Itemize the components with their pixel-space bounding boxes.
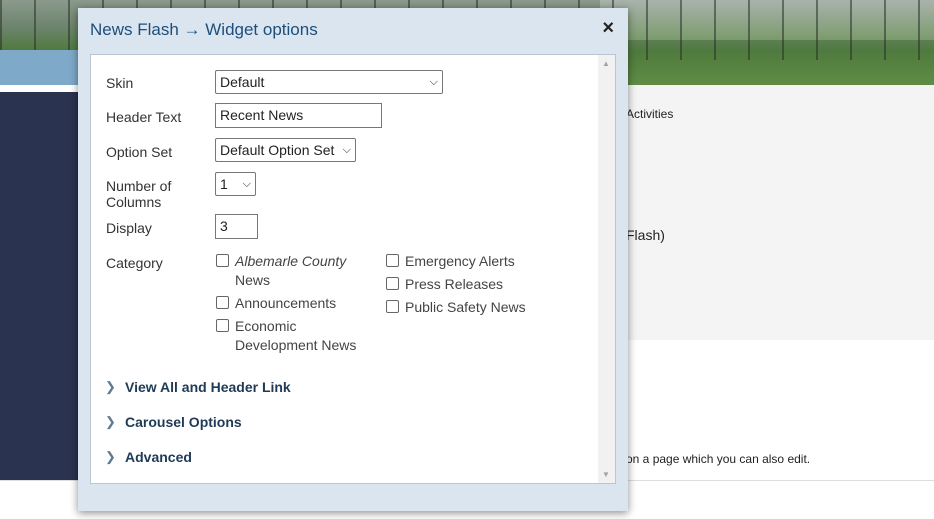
chevron-down-icon: ⌵ — [242, 178, 251, 190]
hero-water — [0, 50, 80, 85]
section-carousel-options[interactable]: ❯ Carousel Options — [105, 414, 242, 430]
option-set-select-value: Default Option Set — [220, 142, 335, 158]
page-text-activities: Activities — [626, 107, 674, 121]
category-albemarle-county-news[interactable]: Albemarle County News — [216, 252, 375, 290]
category-label-subtext: Development News — [235, 337, 357, 353]
page-panel — [628, 85, 934, 340]
columns-label: Number of Columns — [106, 178, 172, 210]
checkbox[interactable] — [386, 254, 399, 267]
columns-select-value: 1 — [220, 176, 228, 192]
page-sidebar — [0, 92, 80, 482]
page-text-flash: Flash) — [626, 227, 665, 243]
skin-select[interactable]: Default ⌵ — [215, 70, 443, 94]
display-input[interactable]: 3 — [215, 214, 258, 239]
category-public-safety-news[interactable]: Public Safety News — [386, 298, 545, 317]
chevron-down-icon: ⌵ — [429, 76, 438, 88]
checkbox[interactable] — [216, 319, 229, 332]
skin-select-value: Default — [220, 74, 265, 90]
category-label-text: Public Safety News — [405, 299, 526, 315]
category-announcements[interactable]: Announcements — [216, 294, 375, 313]
vertical-scrollbar[interactable]: ▲ ▼ — [598, 55, 615, 483]
checkbox[interactable] — [386, 277, 399, 290]
header-text-input[interactable]: Recent News — [215, 103, 382, 128]
chevron-right-icon: ❯ — [105, 449, 116, 464]
chevron-right-icon: ❯ — [105, 414, 116, 429]
category-label-text: Announcements — [235, 295, 337, 311]
category-economic-development-news[interactable]: Economic Development News — [216, 317, 375, 355]
category-emergency-alerts[interactable]: Emergency Alerts — [386, 252, 545, 271]
section-advanced[interactable]: ❯ Advanced — [105, 449, 192, 465]
section-label: Carousel Options — [125, 414, 242, 430]
widget-options-dialog: News Flash → Widget options × Skin Defau… — [78, 8, 628, 511]
chevron-right-icon: ❯ — [105, 379, 116, 394]
checkbox[interactable] — [216, 254, 229, 267]
option-set-select[interactable]: Default Option Set ⌵ — [215, 138, 356, 162]
scroll-up-icon[interactable]: ▲ — [602, 59, 610, 68]
option-set-label: Option Set — [106, 144, 173, 160]
columns-select[interactable]: 1 ⌵ — [215, 172, 256, 196]
category-label-subtext: News — [235, 272, 271, 288]
category-press-releases[interactable]: Press Releases — [386, 275, 545, 294]
category-label-text: Emergency Alerts — [405, 253, 515, 269]
header-text-label: Header Text — [106, 109, 182, 125]
category-label: Category — [106, 255, 163, 271]
section-label: Advanced — [125, 449, 192, 465]
display-label: Display — [106, 220, 152, 236]
skin-label: Skin — [106, 75, 134, 91]
chevron-down-icon: ⌵ — [342, 144, 351, 156]
section-label: View All and Header Link — [125, 379, 291, 395]
dialog-title: News Flash → Widget options — [90, 20, 318, 39]
scroll-down-icon[interactable]: ▼ — [602, 470, 610, 479]
category-label-text: Press Releases — [405, 276, 504, 292]
close-icon[interactable]: × — [602, 18, 614, 38]
category-label-text: Albemarle County — [235, 253, 347, 269]
checkbox[interactable] — [216, 296, 229, 309]
page-text-edit: on a page which you can also edit. — [626, 452, 811, 466]
dialog-content: Skin Default ⌵ Header Text Recent News O… — [90, 54, 616, 484]
category-label-text: Economic — [235, 318, 297, 334]
section-view-all-header-link[interactable]: ❯ View All and Header Link — [105, 379, 291, 395]
checkbox[interactable] — [386, 300, 399, 313]
